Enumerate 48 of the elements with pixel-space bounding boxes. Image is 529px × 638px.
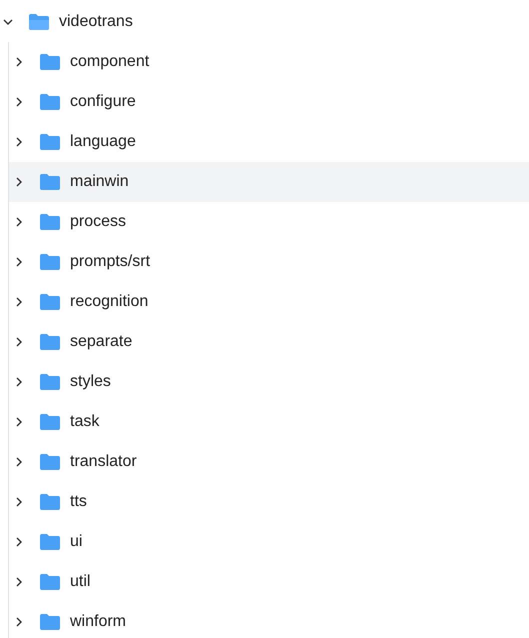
chevron-icon: [14, 617, 24, 627]
tree-item[interactable]: component: [9, 42, 529, 82]
tree-item[interactable]: videotrans: [0, 2, 529, 42]
tree-item[interactable]: winform: [9, 602, 529, 638]
folder-icon: [40, 174, 60, 190]
folder-icon: [40, 334, 60, 350]
folder-icon: [40, 94, 60, 110]
tree-item[interactable]: mainwin: [9, 162, 529, 202]
chevron-icon: [14, 577, 24, 587]
chevron-icon: [14, 257, 24, 267]
tree-item[interactable]: language: [9, 122, 529, 162]
tree-item[interactable]: prompts/srt: [9, 242, 529, 282]
tree-item[interactable]: styles: [9, 362, 529, 402]
chevron-icon: [14, 177, 24, 187]
chevron-icon: [3, 17, 13, 27]
chevron-icon: [14, 297, 24, 307]
folder-icon: [40, 614, 60, 630]
tree-item[interactable]: task: [9, 402, 529, 442]
chevron-icon: [14, 497, 24, 507]
tree-item[interactable]: configure: [9, 82, 529, 122]
tree-item[interactable]: util: [9, 562, 529, 602]
chevron-icon: [14, 217, 24, 227]
chevron-icon: [14, 97, 24, 107]
chevron-icon: [14, 337, 24, 347]
chevron-icon: [14, 417, 24, 427]
chevron-icon: [14, 457, 24, 467]
tree-item[interactable]: ui: [9, 522, 529, 562]
folder-icon: [40, 214, 60, 230]
chevron-icon: [14, 537, 24, 547]
open-folder-icon: [29, 14, 49, 30]
folder-icon: [40, 534, 60, 550]
chevron-icon: [14, 377, 24, 387]
tree-item[interactable]: tts: [9, 482, 529, 522]
tree-item[interactable]: separate: [9, 322, 529, 362]
folder-icon: [40, 414, 60, 430]
chevron-icon: [14, 137, 24, 147]
folder-icon: [40, 374, 60, 390]
tree-item[interactable]: translator: [9, 442, 529, 482]
tree-item[interactable]: process: [9, 202, 529, 242]
folder-icon: [40, 294, 60, 310]
folder-icon: [40, 54, 60, 70]
folder-icon: [40, 254, 60, 270]
folder-icon: [40, 574, 60, 590]
chevron-icon: [14, 57, 24, 67]
tree-item[interactable]: recognition: [9, 282, 529, 322]
folder-icon: [40, 494, 60, 510]
folder-icon: [40, 454, 60, 470]
folder-icon: [40, 134, 60, 150]
